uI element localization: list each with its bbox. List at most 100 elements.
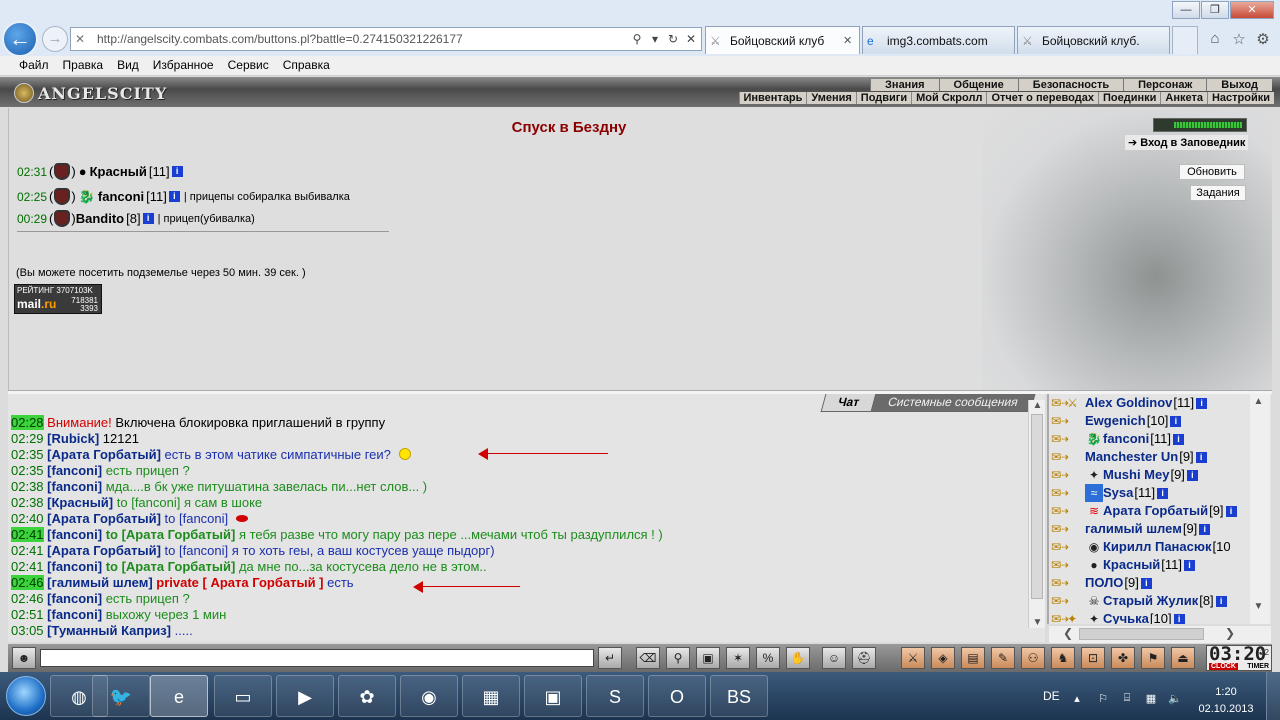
chest-icon[interactable]: ▤ xyxy=(961,647,985,669)
sub-menu-settings[interactable]: Настройки xyxy=(1206,92,1274,104)
user-name[interactable]: Сучька xyxy=(1103,610,1149,624)
userlist-horizontal-scrollbar[interactable]: ❮ ❯ xyxy=(1049,626,1271,643)
monitor-icon[interactable]: ▣ xyxy=(524,675,582,717)
clan-badge-icon[interactable] xyxy=(54,163,71,180)
forward-button[interactable]: → xyxy=(42,26,68,52)
tab-chat[interactable]: Чат xyxy=(820,394,876,412)
back-button[interactable]: ← xyxy=(2,21,38,57)
chat-author[interactable]: [Красный] xyxy=(47,495,113,510)
chat-author[interactable]: [fanconi] xyxy=(47,463,102,478)
browser-tab-3[interactable]: ⚔ Бойцовский клуб. xyxy=(1017,26,1170,54)
scroll-right-icon[interactable]: ❯ xyxy=(1225,626,1235,640)
user-action-icons[interactable]: ✉⇢ xyxy=(1051,574,1085,592)
user-name[interactable]: Mushi Mey xyxy=(1103,466,1169,484)
info-icon[interactable]: i xyxy=(1196,397,1208,409)
menu-file[interactable]: Файл xyxy=(12,56,56,75)
menu-view[interactable]: Вид xyxy=(110,56,146,75)
monster-icon[interactable]: ♞ xyxy=(1051,647,1075,669)
info-icon[interactable]: i xyxy=(1186,469,1198,481)
sub-menu-fights[interactable]: Поединки xyxy=(1097,92,1160,104)
group-icon[interactable]: ⚇ xyxy=(1021,647,1045,669)
chat-author[interactable]: [Арата Горбатый] xyxy=(47,511,161,526)
user-action-icons[interactable]: ✉⇢ xyxy=(1051,430,1085,448)
top-menu-exit[interactable]: Выход xyxy=(1206,79,1272,91)
sub-menu-transfers[interactable]: Отчет о переводах xyxy=(986,92,1098,104)
user-action-icons[interactable]: ✉⇢ xyxy=(1051,448,1085,466)
opera-icon[interactable]: O xyxy=(648,675,706,717)
chat-time[interactable]: 03:05 xyxy=(11,623,44,638)
info-icon[interactable]: i xyxy=(142,213,154,224)
info-icon[interactable]: i xyxy=(1184,559,1195,571)
chat-recipient[interactable]: to [fanconi] xyxy=(165,511,229,526)
chat-time[interactable]: 02:40 xyxy=(11,511,44,526)
top-menu-security[interactable]: Безопасность xyxy=(1017,79,1124,91)
menu-edit[interactable]: Правка xyxy=(56,56,111,75)
calculator-icon[interactable]: ▦ xyxy=(462,675,520,717)
browser-tab-1[interactable]: ⚔ Бойцовский клуб ✕ xyxy=(705,26,860,54)
helmet-icon[interactable]: ⛑ xyxy=(852,647,876,669)
chat-time[interactable]: 02:38 xyxy=(11,479,44,494)
align-icon[interactable]: ● xyxy=(79,164,87,179)
refresh-button[interactable]: Обновить xyxy=(1179,164,1245,180)
chat-input[interactable] xyxy=(40,649,594,667)
user-action-icons[interactable]: ✉⇢ xyxy=(1051,484,1085,502)
browser-tab-2[interactable]: e img3.combats.com xyxy=(862,26,1015,54)
lock-icon[interactable]: ⊡ xyxy=(1081,647,1105,669)
chat-time[interactable]: 02:41 xyxy=(11,559,44,574)
twitter-icon[interactable]: 🐦 xyxy=(92,675,150,717)
chat-recipient[interactable]: to [Арата Горбатый] xyxy=(106,559,236,574)
user-action-icons[interactable]: ✉⇢ xyxy=(1051,592,1085,610)
stop-icon[interactable]: ✕ xyxy=(683,32,699,46)
chat-time[interactable]: 02:29 xyxy=(11,431,44,446)
timer-label[interactable]: TIMER xyxy=(1247,663,1269,670)
media-player-icon[interactable]: ▶ xyxy=(276,675,334,717)
tab-system-messages[interactable]: Системные сообщения xyxy=(871,394,1036,412)
user-name[interactable]: Manchester Un xyxy=(1085,448,1178,466)
scroll-up-icon[interactable]: ▲ xyxy=(1250,396,1267,407)
menu-tools[interactable]: Сервис xyxy=(221,56,276,75)
chat-time[interactable]: 02:35 xyxy=(11,447,44,462)
player-name[interactable]: Bandito xyxy=(76,211,124,226)
eraser-icon[interactable]: ⌫ xyxy=(636,647,660,669)
dropdown-icon[interactable]: ▾ xyxy=(647,32,663,46)
tray-network-icon[interactable]: ▦ xyxy=(1144,692,1158,706)
info-icon[interactable]: i xyxy=(1170,415,1182,427)
skype-bs-icon[interactable]: BS xyxy=(710,675,768,717)
tray-volume-icon[interactable]: 🔈 xyxy=(1168,692,1182,706)
top-menu-knowledge[interactable]: Знания xyxy=(870,79,939,91)
mailru-counter[interactable]: РЕЙТИНГ 3707103K mail.ru 718381 3393 xyxy=(14,284,102,314)
player-name[interactable]: Красный xyxy=(90,164,147,179)
chat-recipient[interactable]: to [fanconi] xyxy=(117,495,181,510)
chat-author[interactable]: [fanconi] xyxy=(47,527,102,542)
private-recipient[interactable]: private [ Арата Горбатый ] xyxy=(156,575,323,590)
user-name[interactable]: ПОЛО xyxy=(1085,574,1123,592)
user-action-icons[interactable]: ✉⇢✦ xyxy=(1051,610,1085,624)
tab-close-icon[interactable]: ✕ xyxy=(843,34,855,47)
info-icon[interactable]: i xyxy=(1199,523,1211,535)
tray-date[interactable]: 02.10.2013 xyxy=(1196,703,1256,715)
info-icon[interactable]: i xyxy=(1195,451,1207,463)
chat-author[interactable]: [fanconi] xyxy=(47,591,102,606)
settings-gear-icon[interactable]: ⚙ xyxy=(1254,30,1272,48)
chat-author[interactable]: [Арата Горбатый] xyxy=(47,447,161,462)
address-bar[interactable]: ✕ http://angelscity.combats.com/buttons.… xyxy=(70,27,702,51)
scroll-left-icon[interactable]: ❮ xyxy=(1063,626,1073,640)
sword-icon[interactable]: ⚔ xyxy=(901,647,925,669)
paw-icon[interactable]: ✤ xyxy=(1111,647,1135,669)
chat-head-icon[interactable]: ☻ xyxy=(12,647,36,669)
tray-time[interactable]: 1:20 xyxy=(1200,686,1252,698)
save-log-icon[interactable]: ▣ xyxy=(696,647,720,669)
sub-menu-achievements[interactable]: Подвиги xyxy=(855,92,911,104)
menu-favorites[interactable]: Избранное xyxy=(146,56,221,75)
chat-recipient[interactable]: to [Арата Горбатый] xyxy=(106,527,236,542)
scroll-down-icon[interactable]: ▼ xyxy=(1250,601,1267,612)
user-name[interactable]: Alex Goldinov xyxy=(1085,394,1172,412)
enter-reserve-link[interactable]: ➔ Вход в Заповедник xyxy=(1125,135,1249,150)
favorites-star-icon[interactable]: ☆ xyxy=(1230,30,1248,48)
chat-author[interactable]: [fanconi] xyxy=(47,559,102,574)
chat-time[interactable]: 02:28 xyxy=(11,415,44,430)
info-icon[interactable]: i xyxy=(171,166,183,177)
top-menu-character[interactable]: Персонаж xyxy=(1123,79,1207,91)
home-icon[interactable]: ⌂ xyxy=(1206,30,1224,48)
bag-icon[interactable]: ◈ xyxy=(931,647,955,669)
